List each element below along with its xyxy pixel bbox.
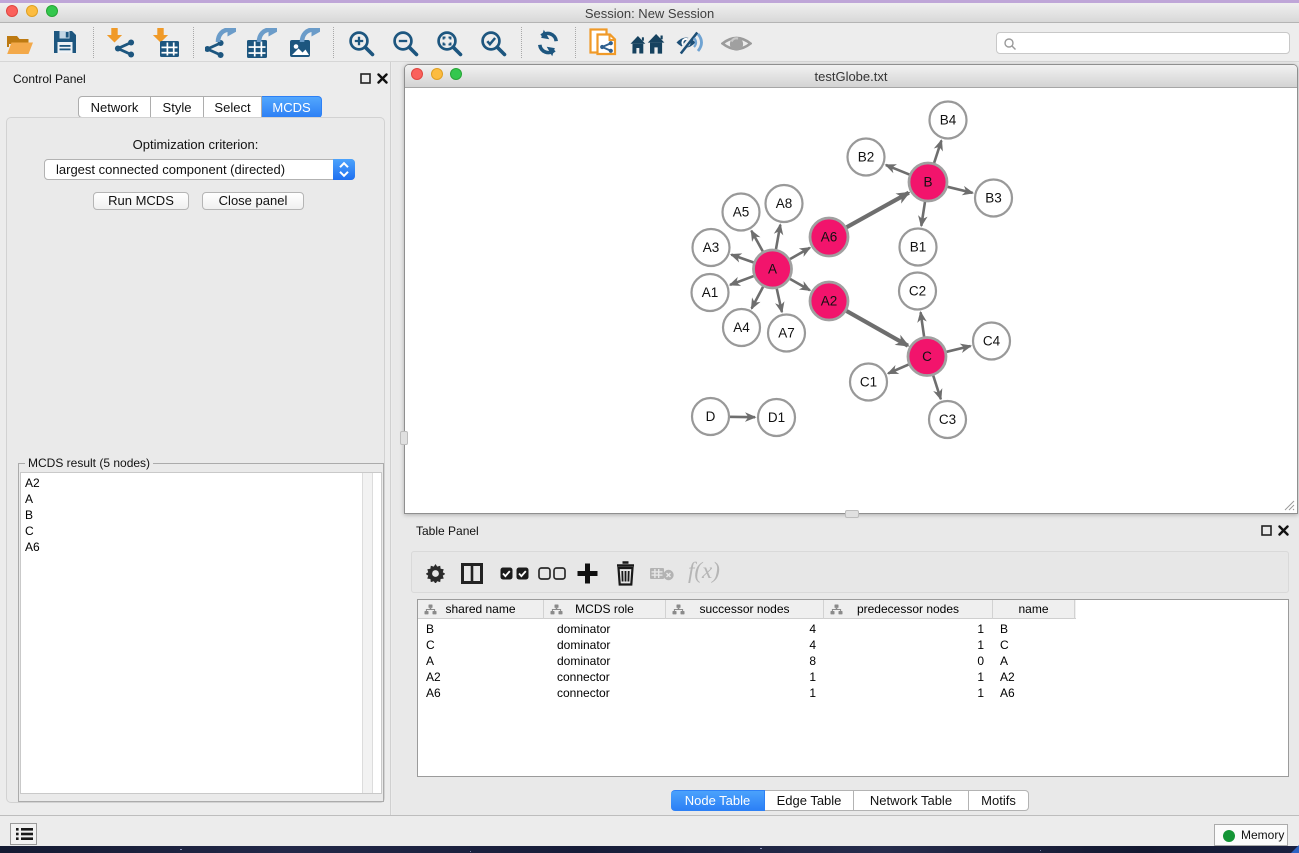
svg-text:A2: A2 [821,294,838,309]
svg-text:A7: A7 [778,326,795,341]
svg-text:A3: A3 [703,240,720,255]
svg-text:A8: A8 [776,196,793,211]
svg-text:D1: D1 [768,410,785,425]
svg-text:A6: A6 [821,230,838,245]
svg-text:C1: C1 [860,375,877,390]
svg-text:D: D [706,409,716,424]
svg-text:B: B [923,175,932,190]
svg-text:A1: A1 [702,285,719,300]
svg-text:B4: B4 [940,113,957,128]
svg-text:A: A [768,262,777,277]
svg-text:B3: B3 [985,191,1002,206]
svg-text:C4: C4 [983,334,1001,349]
svg-text:A4: A4 [733,320,750,335]
svg-text:C2: C2 [909,284,926,299]
svg-text:B1: B1 [910,240,927,255]
svg-text:B2: B2 [858,150,875,165]
svg-text:A5: A5 [733,205,750,220]
svg-text:C: C [922,349,932,364]
svg-text:C3: C3 [939,412,956,427]
